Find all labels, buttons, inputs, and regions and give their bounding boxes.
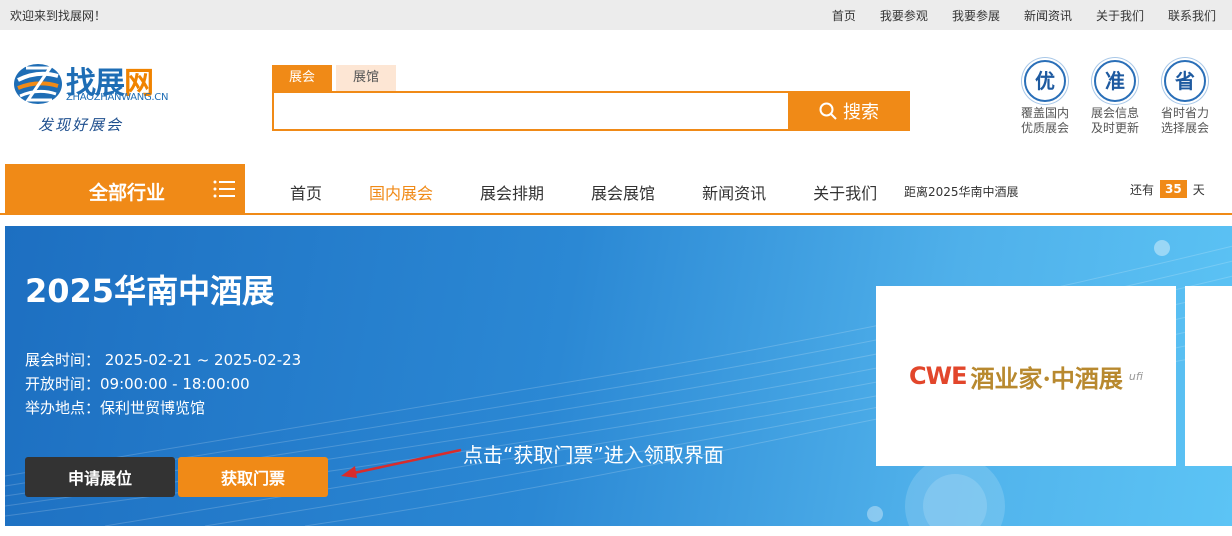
feature-accurate: 准 展会信息 及时更新 <box>1080 60 1150 136</box>
search-button-label: 搜索 <box>843 102 879 123</box>
nav-item-home[interactable]: 首页 <box>290 180 322 204</box>
feature-quality: 优 覆盖国内 优质展会 <box>1010 60 1080 136</box>
nav-item-about[interactable]: 关于我们 <box>813 180 877 204</box>
site-logo[interactable]: 找展网 ZHAOZHANWANG.CN 发现好展会 <box>12 58 172 140</box>
feature-accurate-line1: 展会信息 <box>1090 106 1139 120</box>
search-input[interactable] <box>272 91 790 131</box>
nav-items: 首页 国内展会 展会排期 展会展馆 新闻资讯 关于我们 <box>290 180 924 204</box>
all-industries-label: 全部行业 <box>89 182 166 204</box>
red-arrow-icon <box>341 448 462 478</box>
banner-open: 开放时间：09:00:00 - 18:00:00 <box>25 375 250 393</box>
logo-domain: ZHAOZHANWANG.CN <box>66 92 169 103</box>
exhibition-poster[interactable]: CWE 酒业家·中酒展 ufi <box>876 286 1176 466</box>
accurate-icon: 准 <box>1094 60 1136 102</box>
all-industries-button[interactable]: 全部行业 <box>5 164 245 215</box>
poster-cn-name: 酒业家·中酒展 <box>970 363 1123 393</box>
main-nav: 全部行业 首页 国内展会 展会排期 展会展馆 新闻资讯 关于我们 距离2025华… <box>0 164 1232 215</box>
countdown-days: 35 <box>1160 180 1187 198</box>
countdown: 还有 35 天 <box>1130 180 1205 198</box>
banner-hint: 点击“获取门票”进入领取界面 <box>463 443 724 467</box>
top-link-visit[interactable]: 我要参观 <box>880 7 928 24</box>
poster-ufi: ufi <box>1128 369 1143 383</box>
top-link-about[interactable]: 关于我们 <box>1096 7 1144 24</box>
welcome-text: 欢迎来到找展网！ <box>10 9 107 23</box>
nav-item-news[interactable]: 新闻资讯 <box>702 180 766 204</box>
menu-list-icon <box>213 180 235 198</box>
search-tab-venue[interactable]: 展馆 <box>336 65 396 91</box>
top-bar: 欢迎来到找展网！ 首页 我要参观 我要参展 新闻资讯 关于我们 联系我们 <box>0 0 1232 30</box>
feature-save-line2: 选择展会 <box>1160 121 1209 135</box>
search-icon <box>819 102 837 120</box>
banner-info: 展会时间： 2025-02-21 ~ 2025-02-23 开放时间：09:00… <box>25 348 301 420</box>
nav-item-venues[interactable]: 展会展馆 <box>591 180 655 204</box>
quality-icon: 优 <box>1024 60 1066 102</box>
countdown-suffix: 天 <box>1192 182 1205 197</box>
exhibition-banner: 2025华南中酒展 展会时间： 2025-02-21 ~ 2025-02-23 … <box>5 226 1232 526</box>
poster-brand: CWE <box>909 362 967 390</box>
logo-mark-icon <box>14 64 62 104</box>
poster-brand-text: CWE <box>909 362 967 390</box>
page-bottom <box>0 528 1232 536</box>
get-ticket-button[interactable]: 获取门票 <box>178 457 328 497</box>
logo-slogan: 发现好展会 <box>38 116 124 134</box>
next-poster[interactable] <box>1185 286 1232 466</box>
top-link-home[interactable]: 首页 <box>832 7 856 24</box>
search-tab-exhibition[interactable]: 展会 <box>272 65 332 91</box>
nav-item-domestic[interactable]: 国内展会 <box>369 180 433 204</box>
search-button[interactable]: 搜索 <box>788 91 910 131</box>
feature-save-line1: 省时省力 <box>1160 106 1209 120</box>
save-icon: 省 <box>1164 60 1206 102</box>
countdown-label: 距离2025华南中酒展 <box>904 185 1019 199</box>
feature-badges: 优 覆盖国内 优质展会 准 展会信息 及时更新 省 省时省力 选择展会 <box>1010 60 1220 136</box>
apply-booth-button[interactable]: 申请展位 <box>25 457 175 497</box>
feature-quality-line1: 覆盖国内 <box>1020 106 1069 120</box>
top-links: 首页 我要参观 我要参展 新闻资讯 关于我们 联系我们 <box>808 7 1216 24</box>
top-link-exhibit[interactable]: 我要参展 <box>952 7 1000 24</box>
feature-save: 省 省时省力 选择展会 <box>1150 60 1220 136</box>
feature-accurate-line2: 及时更新 <box>1090 121 1139 135</box>
banner-title: 2025华南中酒展 <box>25 272 275 310</box>
top-link-contact[interactable]: 联系我们 <box>1168 7 1216 24</box>
feature-quality-line2: 优质展会 <box>1020 121 1069 135</box>
banner-venue: 举办地点：保利世贸博览馆 <box>25 399 206 417</box>
countdown-prefix: 还有 <box>1130 182 1155 197</box>
banner-time: 展会时间： 2025-02-21 ~ 2025-02-23 <box>25 351 302 369</box>
search-area: 展会 展馆 搜索 <box>272 65 912 131</box>
top-link-news[interactable]: 新闻资讯 <box>1024 7 1072 24</box>
nav-item-schedule[interactable]: 展会排期 <box>480 180 544 204</box>
